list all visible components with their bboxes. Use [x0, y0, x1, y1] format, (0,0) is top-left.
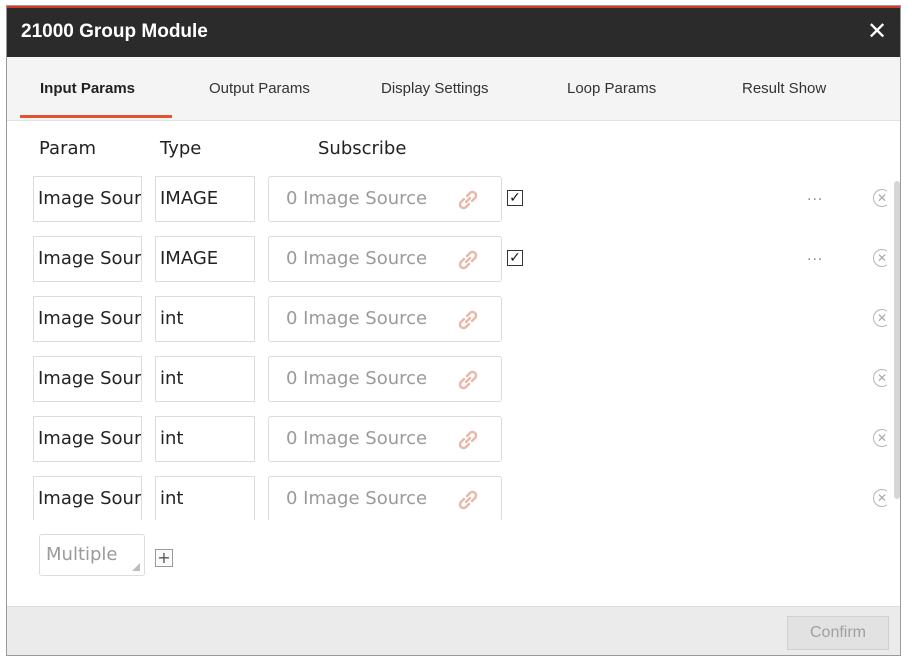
tab-display-settings[interactable]: Display Settings — [381, 80, 489, 97]
param-rows: Image Source IMAGE 0 Image Source ✓ ... … — [7, 172, 887, 520]
param-name-input[interactable]: Image Source — [33, 476, 142, 520]
column-header-param: Param — [39, 138, 97, 159]
tab-bar: Input Params Output Params Display Setti… — [7, 57, 900, 121]
subscribe-value: 0 Image Source — [286, 308, 428, 329]
link-icon[interactable] — [457, 309, 479, 331]
active-tab-indicator — [20, 115, 172, 118]
param-type-field[interactable]: int — [155, 476, 255, 520]
param-type-field[interactable]: IMAGE — [155, 236, 255, 282]
title-bar: 21000 Group Module ✕ — [7, 6, 900, 57]
remove-row-icon[interactable]: ✕ — [873, 309, 887, 327]
input-params-panel: Param Type Subscribe Image Source IMAGE … — [7, 121, 900, 608]
more-options-button[interactable]: ... — [807, 188, 823, 204]
param-name-input[interactable]: Image Source — [33, 236, 142, 282]
param-name-input[interactable]: Image Source — [33, 296, 142, 342]
column-header-type: Type — [160, 138, 202, 159]
tab-output-params[interactable]: Output Params — [209, 80, 310, 97]
subscribe-field[interactable]: 0 Image Source — [268, 356, 502, 402]
confirm-button[interactable]: Confirm — [787, 616, 889, 650]
link-icon[interactable] — [457, 189, 479, 211]
add-param-button[interactable]: + — [155, 549, 173, 567]
dropdown-corner-icon — [132, 563, 140, 571]
tab-input-params[interactable]: Input Params — [40, 80, 135, 97]
param-row: Image Source int 0 Image Source ✕ — [7, 476, 887, 520]
subscribe-field[interactable]: 0 Image Source — [268, 176, 502, 222]
param-type-field[interactable]: int — [155, 416, 255, 462]
remove-row-icon[interactable]: ✕ — [873, 429, 887, 447]
remove-row-icon[interactable]: ✕ — [873, 189, 887, 207]
param-name-input[interactable]: Image Source — [33, 416, 142, 462]
subscribe-value: 0 Image Source — [286, 428, 428, 449]
link-icon[interactable] — [457, 369, 479, 391]
link-icon[interactable] — [457, 429, 479, 451]
enable-checkbox[interactable]: ✓ — [507, 250, 523, 266]
param-type-field[interactable]: int — [155, 296, 255, 342]
subscribe-value: 0 Image Source — [286, 368, 428, 389]
title-accent-line — [7, 6, 900, 8]
dialog-footer: Confirm — [7, 606, 900, 655]
param-row: Image Source int 0 Image Source ✕ — [7, 296, 887, 342]
subscribe-field[interactable]: 0 Image Source — [268, 476, 502, 520]
link-icon[interactable] — [457, 249, 479, 271]
param-row: Image Source int 0 Image Source ✕ — [7, 416, 887, 462]
subscribe-value: 0 Image Source — [286, 188, 428, 209]
param-type-field[interactable]: IMAGE — [155, 176, 255, 222]
subscribe-field[interactable]: 0 Image Source — [268, 296, 502, 342]
link-icon[interactable] — [457, 489, 479, 511]
column-header-subscribe: Subscribe — [318, 138, 407, 159]
param-name-input[interactable]: Image Source — [33, 176, 142, 222]
param-name-input[interactable]: Image Source — [33, 356, 142, 402]
subscribe-field[interactable]: 0 Image Source — [268, 236, 502, 282]
param-row: Image Source int 0 Image Source ✕ — [7, 356, 887, 402]
param-row: Image Source IMAGE 0 Image Source ✓ ... … — [7, 236, 887, 282]
remove-row-icon[interactable]: ✕ — [873, 249, 887, 267]
new-param-type-select[interactable]: Multiple — [39, 534, 145, 576]
tab-result-show[interactable]: Result Show — [742, 80, 826, 97]
close-icon[interactable]: ✕ — [862, 16, 892, 46]
subscribe-value: 0 Image Source — [286, 248, 428, 269]
param-row: Image Source IMAGE 0 Image Source ✓ ... … — [7, 176, 887, 222]
tab-loop-params[interactable]: Loop Params — [567, 80, 656, 97]
enable-checkbox[interactable]: ✓ — [507, 190, 523, 206]
remove-row-icon[interactable]: ✕ — [873, 489, 887, 507]
param-type-field[interactable]: int — [155, 356, 255, 402]
group-module-dialog: 21000 Group Module ✕ Input Params Output… — [6, 5, 901, 656]
more-options-button[interactable]: ... — [807, 248, 823, 264]
vertical-scrollbar[interactable] — [894, 181, 900, 499]
dialog-title: 21000 Group Module — [21, 21, 208, 42]
subscribe-value: 0 Image Source — [286, 488, 428, 509]
subscribe-field[interactable]: 0 Image Source — [268, 416, 502, 462]
new-param-type-value: Multiple — [46, 544, 118, 565]
remove-row-icon[interactable]: ✕ — [873, 369, 887, 387]
